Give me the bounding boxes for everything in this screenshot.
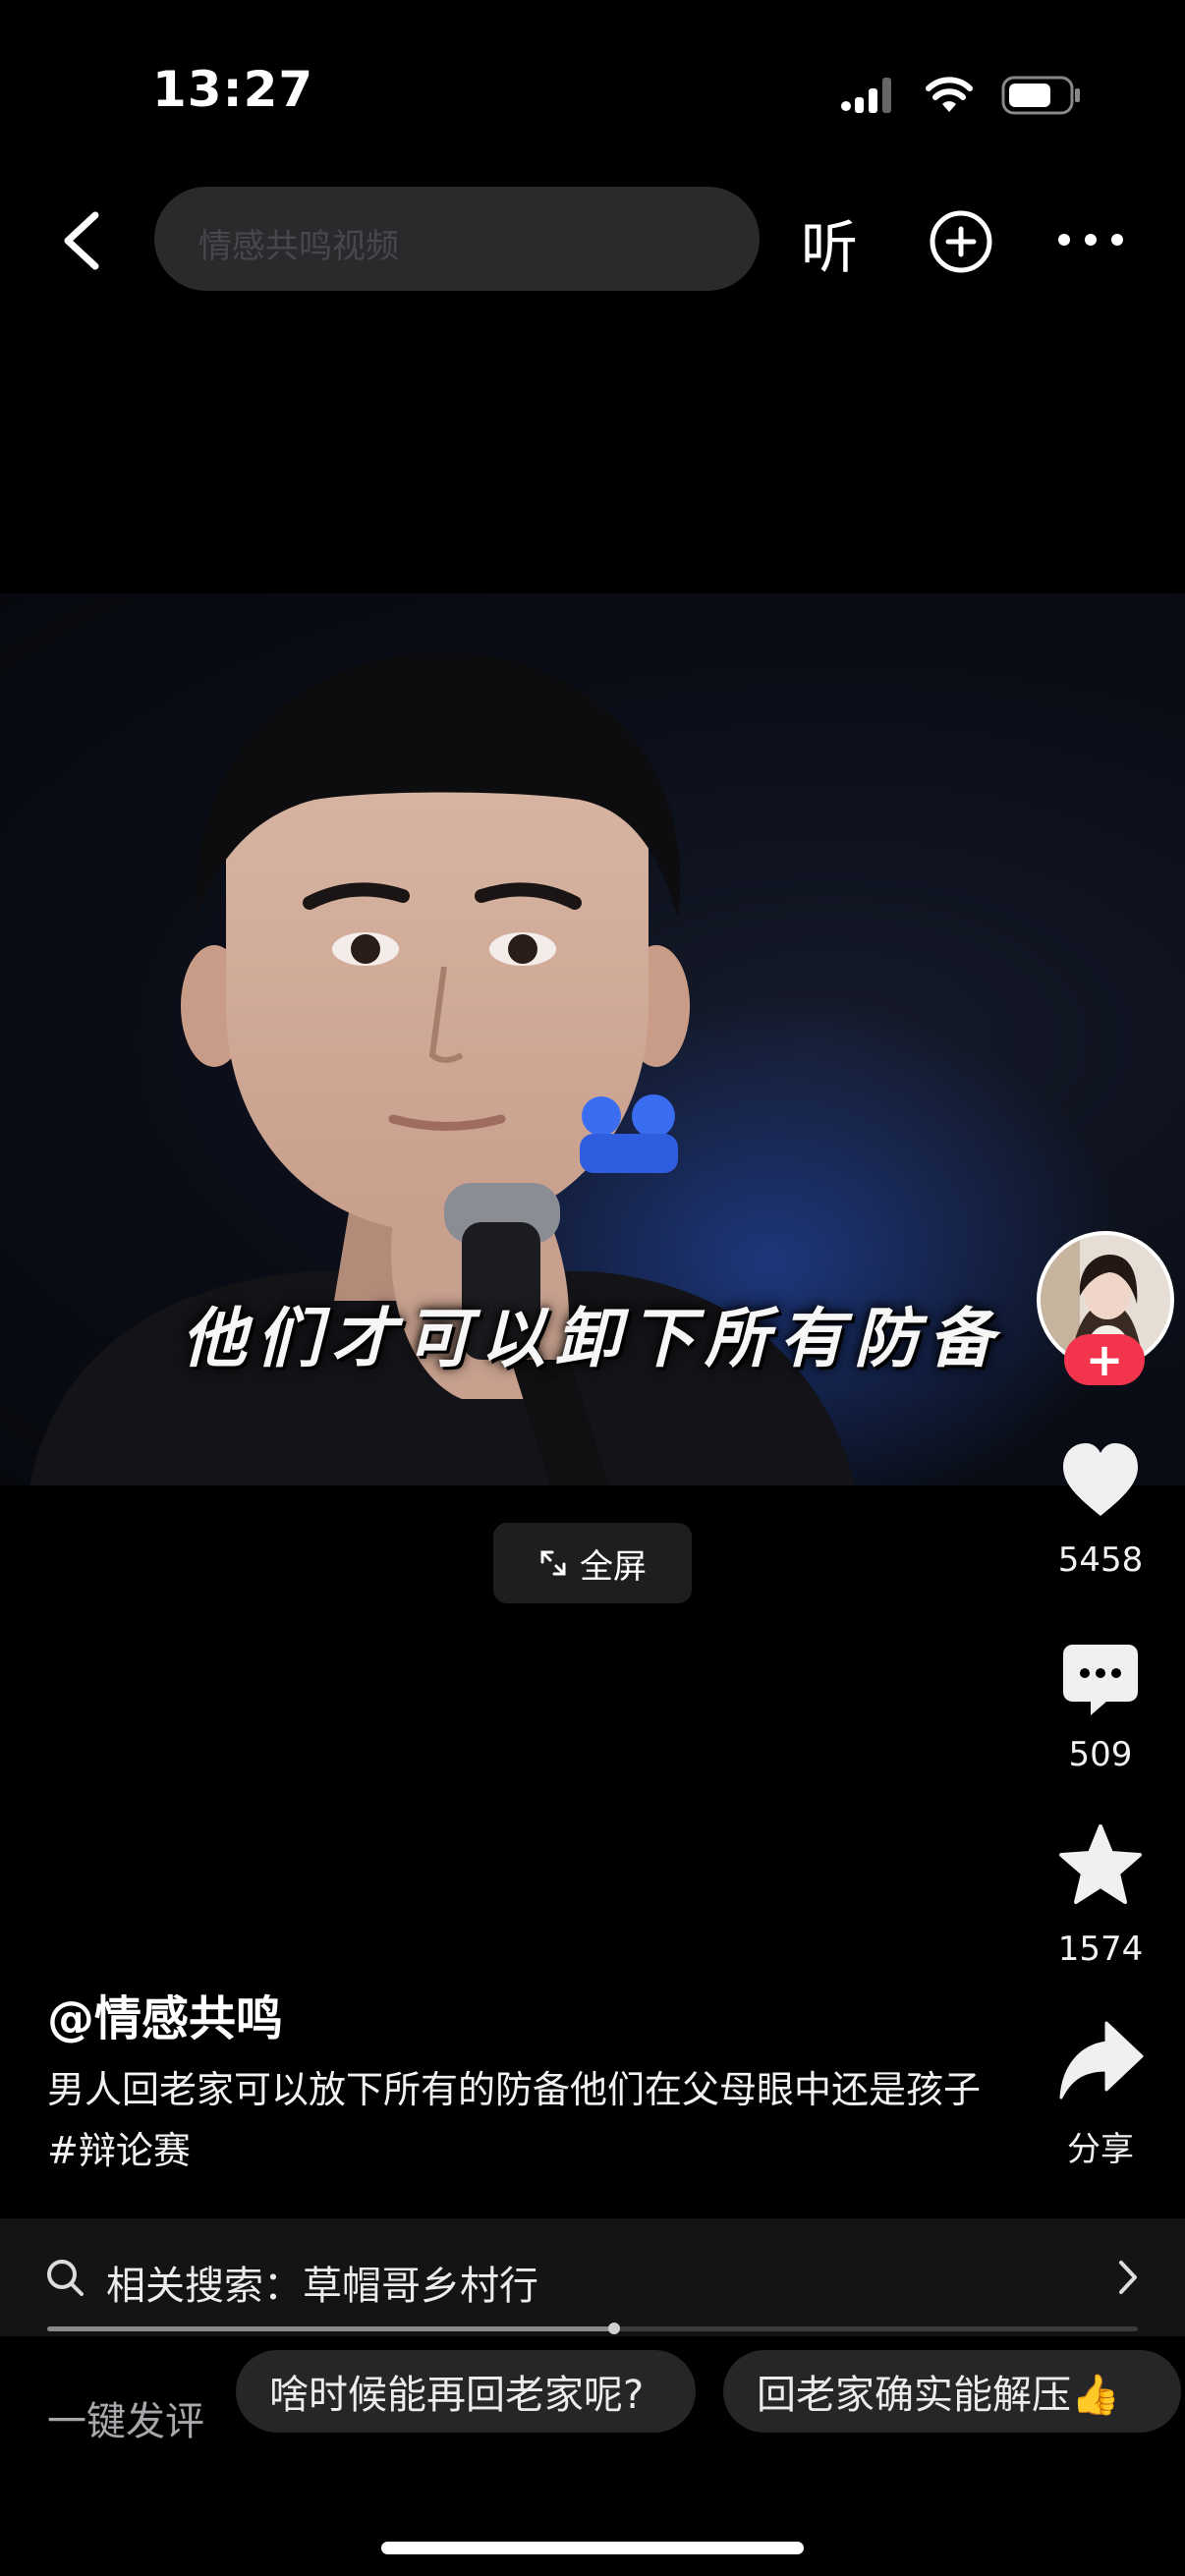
back-icon (64, 211, 99, 270)
wifi-icon (926, 77, 973, 112)
chevron-right-icon (1119, 2261, 1137, 2294)
plus-circle-icon (930, 210, 992, 273)
author-name[interactable]: @情感共鸣 (47, 1980, 283, 2048)
comment-icon (1063, 1645, 1138, 1715)
signal-icon (841, 78, 891, 113)
quick-comment-chip[interactable]: 回老家确实能解压👍 (723, 2350, 1181, 2433)
status-icons (840, 71, 1082, 120)
video-subtitle: 他们才可以卸下所有防备 (182, 1300, 1003, 1376)
quick-comment-chip[interactable]: 啥时候能再回老家呢? (236, 2350, 696, 2433)
fullscreen-label: 全屏 (580, 1546, 647, 1587)
quick-comment-label: 一键发评 (47, 2399, 204, 2444)
star-icon (1059, 1824, 1142, 1904)
search-icon (47, 2260, 84, 2296)
search-box[interactable]: 情感共鸣视频 (154, 187, 760, 291)
home-indicator[interactable] (381, 2542, 804, 2554)
more-button[interactable] (1056, 226, 1125, 253)
related-search-bar[interactable]: 相关搜索：草帽哥乡村行 (0, 2218, 1185, 2336)
video-progress-fill (47, 2326, 615, 2331)
status-time: 13:27 (152, 61, 314, 118)
favorite-count: 1574 (1057, 1930, 1144, 1969)
search-placeholder: 情感共鸣视频 (198, 227, 399, 266)
listen-button[interactable]: 听 (801, 201, 858, 284)
heart-icon (1063, 1443, 1138, 1516)
like-button[interactable] (1059, 1439, 1142, 1522)
comment-button[interactable] (1059, 1639, 1142, 1721)
post-caption: 男人回老家可以放下所有的防备他们在父母眼中还是孩子#辩论赛 (47, 2068, 982, 2172)
favorite-button[interactable] (1057, 1822, 1144, 1909)
share-button[interactable] (1057, 2019, 1144, 2101)
back-button[interactable] (54, 201, 113, 280)
add-button[interactable] (929, 209, 993, 274)
video-progress[interactable] (47, 2323, 1138, 2334)
plus-icon: + (1085, 1333, 1124, 1386)
follow-button[interactable]: + (1064, 1334, 1145, 1385)
share-icon (1059, 2021, 1144, 2100)
more-icon (1058, 234, 1123, 246)
expand-icon (540, 1550, 566, 1576)
comment-count: 509 (1068, 1735, 1133, 1774)
share-label: 分享 (1067, 2130, 1134, 2169)
video-player[interactable]: 他们才可以卸下所有防备 (0, 593, 1185, 1485)
related-search-text: 相关搜索：草帽哥乡村行 (106, 2264, 538, 2309)
fullscreen-button[interactable]: 全屏 (493, 1523, 692, 1603)
like-count: 5458 (1057, 1540, 1144, 1580)
battery-icon (1001, 76, 1080, 115)
